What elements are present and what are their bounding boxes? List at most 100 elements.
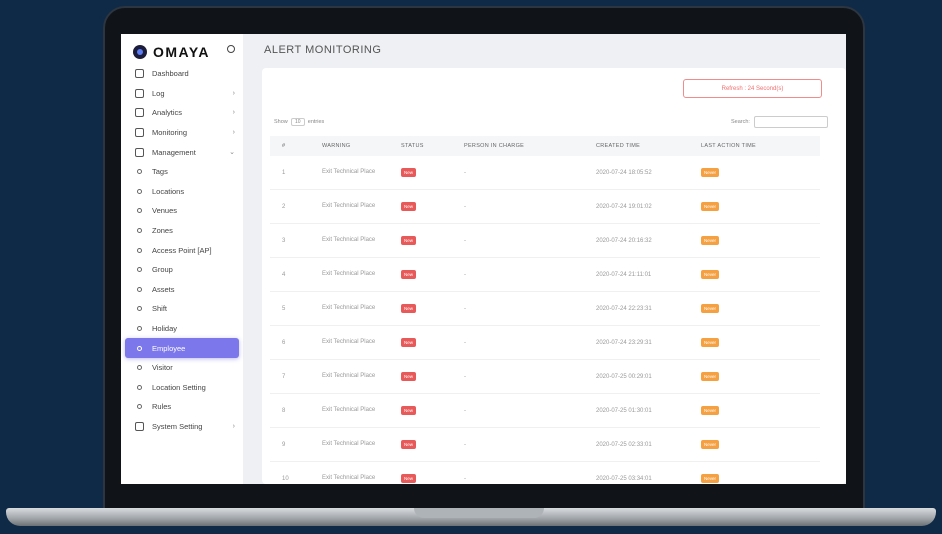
sidebar-item-zones[interactable]: Zones [121, 221, 243, 241]
column-header-last-action[interactable]: LAST ACTION TIME [701, 143, 820, 149]
cell-last-action: Never [701, 270, 820, 279]
cell-warning: Exit Technical Place [322, 406, 401, 415]
brand-logo[interactable]: OMAYA [133, 42, 210, 62]
sidebar-item-assets[interactable]: Assets [121, 280, 243, 300]
cell-warning-text: Exit Technical Place [322, 237, 376, 243]
chevron-right-icon: › [232, 422, 235, 430]
laptop-notch [414, 508, 544, 518]
sidebar-item-label: Rules [152, 402, 172, 412]
cell-last-action: Never [701, 440, 820, 449]
sidebar: OMAYA Dashboard Log › Analytics › Monitoring ›… [121, 34, 243, 484]
cell-warning: Exit Technical Place [322, 202, 401, 211]
table-row[interactable]: 3 Exit Technical Place New - 2020-07-24 20:1… [270, 224, 820, 258]
laptop-screen: OMAYA Dashboard Log › Analytics › Monitoring ›… [121, 34, 846, 484]
cell-created: 2020-07-24 18:05:52 [596, 170, 701, 176]
cell-status: New [401, 372, 464, 381]
cell-created-text: 2020-07-25 00:29:01 [596, 373, 652, 380]
column-header-status[interactable]: STATUS [401, 143, 464, 149]
cell-number-text: 7 [282, 373, 286, 380]
sidebar-item-access-point-ap[interactable]: Access Point [AP] [121, 240, 243, 260]
table-row[interactable]: 9 Exit Technical Place New - 2020-07-25 02:3… [270, 428, 820, 462]
sidebar-nav: Dashboard Log › Analytics › Monitoring › Manage… [121, 64, 243, 436]
table-row[interactable]: 10 Exit Technical Place New - 2020-07-25 03:… [270, 462, 820, 484]
sidebar-item-venues[interactable]: Venues [121, 201, 243, 221]
alert-table: # WARNING STATUS PERSON IN CHARGE CREATE… [270, 136, 820, 484]
sidebar-item-holiday[interactable]: Holiday [121, 319, 243, 339]
sidebar-item-label: System Setting [152, 421, 203, 431]
cell-warning: Exit Technical Place [322, 168, 401, 177]
circle-icon [137, 345, 142, 351]
cell-created: 2020-07-24 20:16:32 [596, 238, 701, 244]
circle-icon [137, 208, 142, 214]
table-row[interactable]: 4 Exit Technical Place New - 2020-07-24 21:1… [270, 258, 820, 292]
sidebar-item-tags[interactable]: Tags [121, 162, 243, 182]
sidebar-item-label: Management [152, 147, 196, 157]
cell-warning-text: Exit Technical Place [322, 339, 376, 345]
cell-number-text: 8 [282, 407, 286, 414]
last-action-badge: Never [701, 304, 720, 313]
circle-icon [137, 188, 142, 194]
cell-person: - [464, 170, 596, 176]
circle-icon [137, 326, 142, 332]
sidebar-item-group[interactable]: Group [121, 260, 243, 280]
entries-select[interactable]: 10 [290, 118, 305, 126]
cell-warning-text: Exit Technical Place [322, 169, 376, 175]
status-badge: New [401, 168, 417, 177]
sidebar-item-analytics[interactable]: Analytics › [121, 103, 243, 123]
cell-created-text: 2020-07-24 19:01:02 [596, 203, 652, 210]
search-input[interactable] [753, 116, 828, 128]
cell-number: 9 [270, 442, 322, 448]
sidebar-item-visitor[interactable]: Visitor [121, 358, 243, 378]
sidebar-item-monitoring[interactable]: Monitoring › [121, 123, 243, 143]
cell-status: New [401, 440, 464, 449]
cell-number-text: 6 [282, 339, 286, 346]
cell-person: - [464, 204, 596, 210]
sidebar-item-label: Employee [152, 343, 186, 353]
sidebar-item-label: Dashboard [152, 69, 189, 79]
table-row[interactable]: 1 Exit Technical Place New - 2020-07-24 18:0… [270, 156, 820, 190]
cell-number-text: 1 [282, 169, 286, 176]
cell-warning-text: Exit Technical Place [322, 475, 376, 481]
last-action-badge: Never [701, 372, 720, 381]
table-body: 1 Exit Technical Place New - 2020-07-24 18:0… [270, 156, 820, 484]
cell-person-text: - [464, 373, 466, 380]
cell-last-action: Never [701, 202, 820, 211]
sidebar-item-dashboard[interactable]: Dashboard [121, 64, 243, 84]
cell-status: New [401, 338, 464, 347]
cell-number: 6 [270, 340, 322, 346]
sidebar-item-employee[interactable]: Employee [125, 338, 239, 358]
column-header-person[interactable]: PERSON IN CHARGE [464, 143, 596, 149]
sidebar-item-location-setting[interactable]: Location Setting [121, 378, 243, 398]
sidebar-item-system-setting[interactable]: System Setting › [121, 417, 243, 437]
page-title: ALERT MONITORING [264, 44, 382, 56]
cell-person-text: - [464, 169, 466, 176]
last-action-badge: Never [701, 202, 720, 211]
circle-icon [137, 228, 142, 234]
sidebar-item-locations[interactable]: Locations [121, 182, 243, 202]
table-row[interactable]: 6 Exit Technical Place New - 2020-07-24 23:2… [270, 326, 820, 360]
sidebar-item-management[interactable]: Management ⌄ [121, 142, 243, 162]
table-row[interactable]: 5 Exit Technical Place New - 2020-07-24 22:2… [270, 292, 820, 326]
cell-number: 1 [270, 170, 322, 176]
column-header-warning[interactable]: WARNING [322, 142, 401, 151]
sidebar-item-log[interactable]: Log › [121, 84, 243, 104]
sidebar-item-rules[interactable]: Rules [121, 397, 243, 417]
sidebar-item-label: Visitor [152, 363, 173, 373]
table-row[interactable]: 2 Exit Technical Place New - 2020-07-24 19:0… [270, 190, 820, 224]
refresh-button[interactable]: Refresh : 24 Second(s) [683, 79, 822, 98]
cell-last-action: Never [701, 474, 820, 483]
column-header-created[interactable]: CREATED TIME [596, 143, 701, 149]
column-header-number[interactable]: # [270, 143, 322, 149]
cell-status: New [401, 406, 464, 415]
sidebar-item-shift[interactable]: Shift [121, 299, 243, 319]
cell-last-action: Never [701, 338, 820, 347]
sidebar-toggle-icon[interactable] [227, 45, 235, 53]
cell-person: - [464, 340, 596, 346]
table-row[interactable]: 8 Exit Technical Place New - 2020-07-25 01:3… [270, 394, 820, 428]
cell-number-text: 2 [282, 203, 286, 210]
cell-number: 8 [270, 408, 322, 414]
sidebar-item-label: Assets [152, 284, 175, 294]
cell-created: 2020-07-25 01:30:01 [596, 408, 701, 414]
cell-created-text: 2020-07-24 22:23:31 [596, 305, 652, 312]
table-row[interactable]: 7 Exit Technical Place New - 2020-07-25 00:2… [270, 360, 820, 394]
